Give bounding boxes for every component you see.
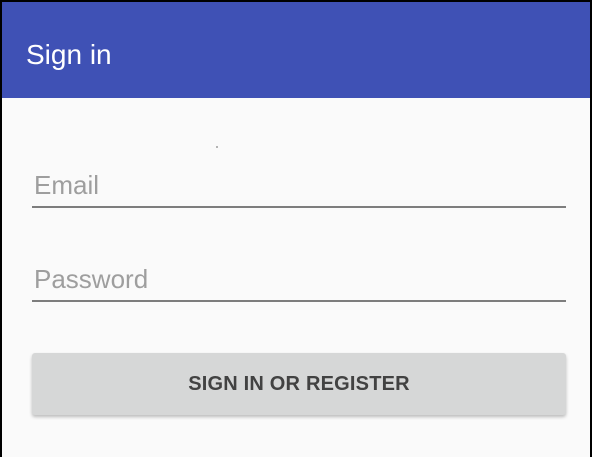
password-field[interactable]	[32, 258, 566, 302]
sign-in-form: SIGN IN OR REGISTER	[2, 98, 590, 457]
app-window: Sign in SIGN IN OR REGISTER	[0, 0, 592, 457]
page-title: Sign in	[26, 39, 112, 70]
progress-indicator	[216, 146, 218, 148]
sign-in-or-register-button[interactable]: SIGN IN OR REGISTER	[32, 353, 566, 415]
app-bar: Sign in	[2, 2, 590, 98]
email-field[interactable]	[32, 164, 566, 208]
